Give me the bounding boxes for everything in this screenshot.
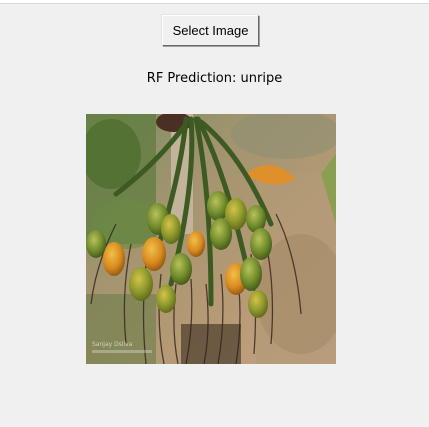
areca-nut-image: Sanjay Dsilva bbox=[86, 114, 336, 364]
prediction-label: RF Prediction: unripe bbox=[146, 71, 283, 86]
select-image-button[interactable]: Select Image bbox=[162, 15, 259, 46]
window-top-edge bbox=[0, 0, 429, 4]
image-watermark: Sanjay Dsilva bbox=[92, 341, 133, 348]
